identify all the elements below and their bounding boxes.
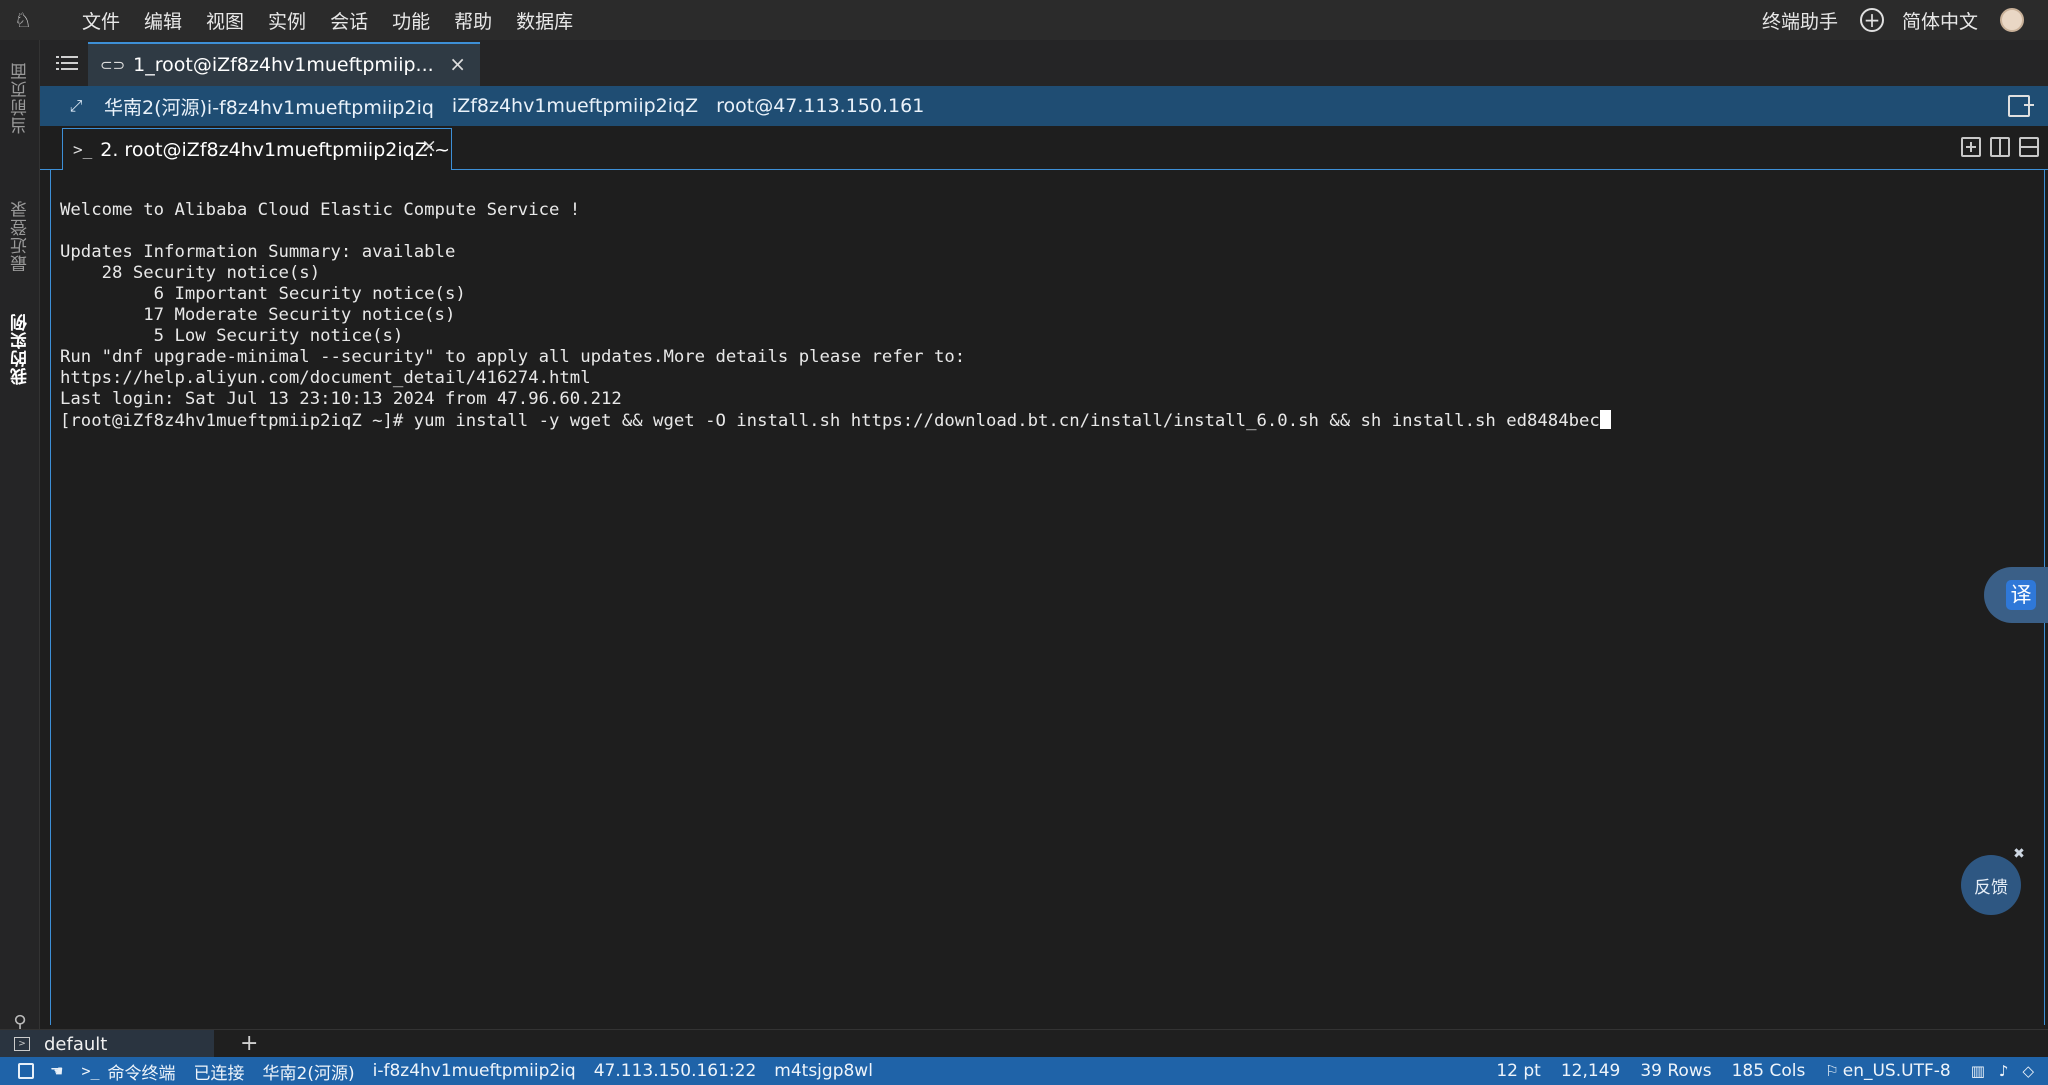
region-instance-label: 华南2(河源)i-f8z4hv1mueftpmiip2iq — [104, 96, 434, 119]
new-pane-icon[interactable] — [1961, 137, 1981, 157]
add-circle-icon[interactable]: + — [1859, 8, 1884, 32]
menu-database[interactable]: 数据库 — [516, 7, 573, 34]
split-horizontal-icon[interactable] — [2019, 137, 2039, 157]
menu-bar: ♘ 文件 编辑 视图 实例 会话 功能 帮助 数据库 终端助手 + 简体中文 — [0, 0, 2048, 40]
menu-right-group: 终端助手 + 简体中文 — [1762, 0, 2048, 40]
language-select[interactable]: 简体中文 — [1902, 7, 1978, 34]
status-mode: 命令终端 — [107, 1063, 176, 1084]
terminal-tab-label: 2. root@iZf8z4hv1mueftpmiip2iqZ:~ — [100, 138, 451, 161]
layout-icon[interactable]: ▥ — [1971, 1062, 1985, 1080]
terminal-tab[interactable]: >_ 2. root@iZf8z4hv1mueftpmiip2iqZ:~ × — [62, 128, 452, 171]
sidebar-tab-label: 当前页面 — [10, 62, 31, 134]
link-icon: ⊂⊃ — [100, 56, 126, 74]
terminal-line: 17 Moderate Security notice(s) — [60, 305, 456, 325]
expand-icon[interactable]: ⤢ — [66, 96, 86, 116]
status-bar: ☚ >_ 命令终端 已连接 华南2(河源) i-f8z4hv1mueftpmii… — [0, 1057, 2048, 1085]
menu-instance[interactable]: 实例 — [268, 7, 306, 34]
split-controls — [1961, 137, 2048, 157]
terminal-line: Run "dnf upgrade-minimal --security" to … — [60, 347, 966, 367]
terminal-output[interactable]: Welcome to Alibaba Cloud Elastic Compute… — [50, 170, 2045, 1025]
terminal-line: Welcome to Alibaba Cloud Elastic Compute… — [60, 200, 581, 220]
menu-help[interactable]: 帮助 — [454, 7, 492, 34]
translate-icon: 译 — [2006, 580, 2036, 610]
terminal-assistant-button[interactable]: 终端助手 — [1762, 7, 1838, 34]
settings-icon[interactable]: ◇ — [2022, 1062, 2034, 1080]
status-instance-id: i-f8z4hv1mueftpmiip2iq — [372, 1061, 576, 1081]
app-logo-icon: ♘ — [14, 8, 32, 32]
translate-button[interactable]: 译 — [1984, 567, 2048, 623]
session-tab-row: ⊂⊃ 1_root@iZf8z4hv1mueftpmiip... × — [40, 40, 2048, 86]
close-icon[interactable]: × — [449, 52, 466, 76]
status-right-group: 12 pt 12,149 39 Rows 185 Cols ⚐ en_US.UT… — [1496, 1057, 2048, 1085]
status-encoding[interactable]: en_US.UTF-8 — [1843, 1061, 1951, 1081]
status-session-id: m4tsjgp8wl — [774, 1061, 873, 1081]
terminal-icon: >_ — [81, 1062, 100, 1080]
status-font-size[interactable]: 12 pt — [1496, 1061, 1541, 1081]
terminal-command-line: [root@iZf8z4hv1mueftpmiip2iqZ ~]# yum in… — [60, 410, 1611, 432]
menu-file[interactable]: 文件 — [82, 7, 120, 34]
menu-features[interactable]: 功能 — [392, 7, 430, 34]
terminal-icon: > — [14, 1037, 30, 1051]
login-label: root@47.113.150.161 — [716, 95, 925, 117]
status-region: 华南2(河源) — [262, 1063, 355, 1084]
sidebar-tab-label: 最近登录 — [10, 200, 31, 272]
terminal-line: Last login: Sat Jul 13 23:10:13 2024 fro… — [60, 389, 622, 409]
group-tab-default[interactable]: > default — [0, 1030, 214, 1058]
terminal-cursor — [1599, 410, 1611, 429]
shell-command: yum install -y wget && wget -O install.s… — [413, 411, 1600, 431]
terminal-line: 5 Low Security notice(s) — [60, 326, 404, 346]
feedback-close-icon[interactable]: ✖ — [2011, 846, 2027, 862]
left-sidebar: 当前页面 最近登录 我的实例 ⚲ — [0, 40, 40, 1042]
sidebar-tab-current-page[interactable]: 当前页面 — [0, 46, 40, 150]
encoding-icon: ⚐ — [1825, 1062, 1839, 1080]
sidebar-tab-my-instances[interactable]: 我的实例 — [0, 274, 40, 424]
terminal-line: 28 Security notice(s) — [60, 263, 321, 283]
avatar[interactable] — [2000, 8, 2024, 32]
bell-icon[interactable]: ♪ — [1999, 1062, 2009, 1080]
terminal-tab-row: >_ 2. root@iZf8z4hv1mueftpmiip2iqZ:~ × — [40, 126, 2048, 171]
disconnect-icon[interactable] — [2008, 95, 2034, 117]
status-rows: 39 Rows — [1640, 1061, 1712, 1081]
status-cursor-position: 12,149 — [1560, 1061, 1621, 1081]
session-tab-label: 1_root@iZf8z4hv1mueftpmiip... — [133, 54, 434, 76]
menu-edit[interactable]: 编辑 — [144, 7, 182, 34]
sidebar-tab-label: 我的实例 — [10, 313, 31, 385]
add-group-icon[interactable]: + — [240, 1030, 258, 1058]
session-list-icon[interactable] — [56, 52, 78, 74]
copy-icon[interactable] — [18, 1063, 34, 1079]
terminal-prompt-icon: >_ — [73, 140, 93, 159]
menu-view[interactable]: 视图 — [206, 7, 244, 34]
terminal-line: 6 Important Security notice(s) — [60, 284, 466, 304]
group-tab-label: default — [44, 1033, 108, 1055]
feedback-button[interactable]: 反馈 — [1961, 855, 2021, 915]
shell-prompt: [root@iZf8z4hv1mueftpmiip2iqZ ~]# — [60, 411, 414, 431]
main-menu: 文件 编辑 视图 实例 会话 功能 帮助 数据库 — [82, 7, 597, 34]
split-vertical-icon[interactable] — [1990, 137, 2010, 157]
status-connection: 已连接 — [193, 1063, 245, 1084]
connection-info-bar: ⤢ 华南2(河源)i-f8z4hv1mueftpmiip2iq iZf8z4hv… — [40, 86, 2048, 126]
status-cols: 185 Cols — [1731, 1061, 1806, 1081]
hand-icon[interactable]: ☚ — [50, 1062, 63, 1080]
terminal-line: https://help.aliyun.com/document_detail/… — [60, 368, 591, 388]
hostname-label: iZf8z4hv1mueftpmiip2iqZ — [451, 95, 699, 117]
status-address: 47.113.150.161:22 — [593, 1061, 757, 1081]
terminal-group-bar: > default + — [0, 1029, 2048, 1058]
close-icon[interactable]: × — [421, 135, 437, 157]
session-tab[interactable]: ⊂⊃ 1_root@iZf8z4hv1mueftpmiip... × — [88, 42, 480, 86]
menu-session[interactable]: 会话 — [330, 7, 368, 34]
terminal-line: Updates Information Summary: available — [60, 242, 456, 262]
